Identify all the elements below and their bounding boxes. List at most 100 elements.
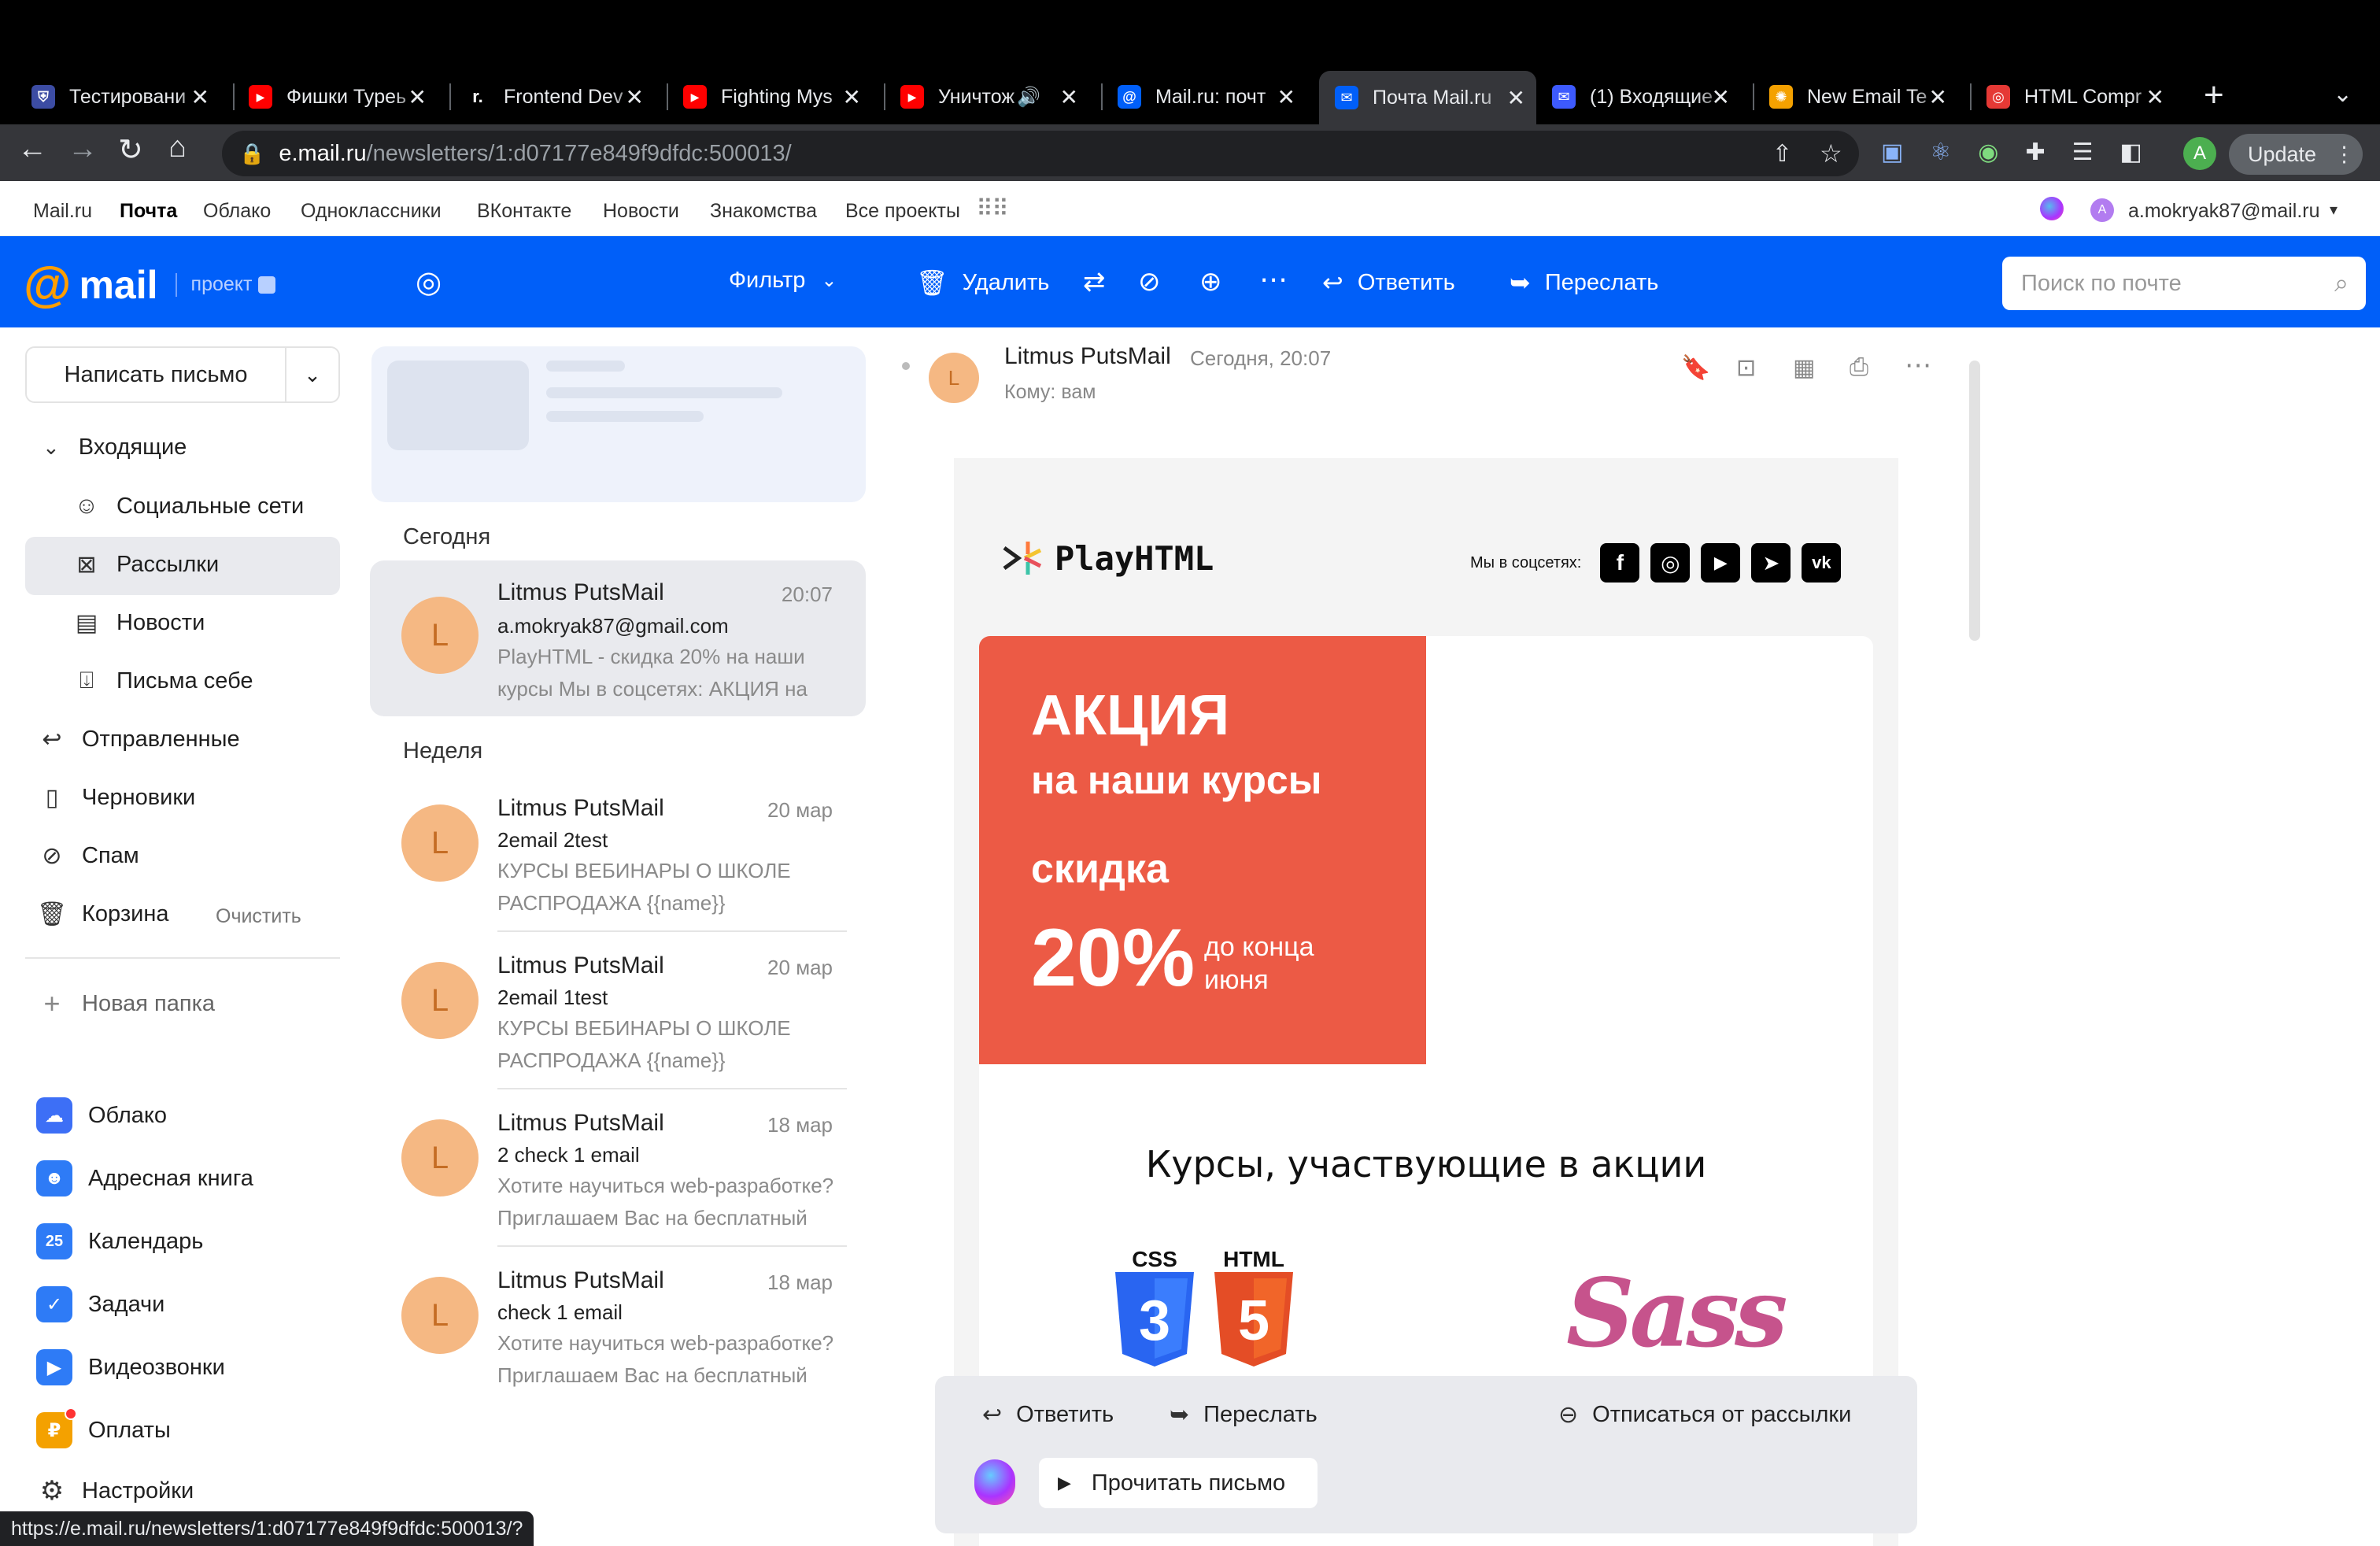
- filter-button[interactable]: Фильтр ⌄: [729, 268, 837, 294]
- facebook-icon[interactable]: f: [1600, 543, 1640, 583]
- instagram-icon[interactable]: ◎: [1650, 543, 1691, 583]
- profile-avatar[interactable]: A: [2183, 137, 2216, 170]
- folder-news[interactable]: ▤ Новости: [71, 609, 205, 637]
- portal-link-all-projects[interactable]: Все проекты: [845, 200, 960, 223]
- close-icon[interactable]: ✕: [1060, 84, 1078, 110]
- account-email[interactable]: a.mokryak87@mail.ru: [2128, 200, 2320, 223]
- folder-trash[interactable]: 🗑 Корзина: [36, 901, 169, 928]
- app-address-book[interactable]: ☻ Адресная книга: [36, 1160, 253, 1196]
- close-icon[interactable]: ✕: [408, 84, 427, 110]
- close-icon[interactable]: ✕: [1712, 84, 1730, 110]
- app-cloud[interactable]: ☁ Облако: [36, 1097, 167, 1134]
- bookmark-icon[interactable]: 🔖: [1681, 354, 1710, 382]
- app-payments[interactable]: ₽ Оплаты: [36, 1407, 171, 1448]
- back-arrow-icon[interactable]: ←: [17, 132, 47, 166]
- extension-icon[interactable]: ◉: [1978, 139, 1998, 166]
- puzzle-icon[interactable]: ✚: [2025, 139, 2045, 166]
- search-box[interactable]: Поиск по почте ⌕: [2002, 257, 2366, 310]
- marusia-voice-icon[interactable]: [974, 1459, 1015, 1505]
- telegram-icon[interactable]: ➤: [1751, 543, 1791, 583]
- reload-icon[interactable]: ↻: [118, 132, 143, 168]
- html5-logo-icon[interactable]: HTML 5: [1210, 1247, 1297, 1370]
- folder-spam[interactable]: ⊘ Спам: [36, 842, 139, 870]
- close-icon[interactable]: ✕: [843, 84, 861, 110]
- calendar-icon[interactable]: ▦: [1793, 354, 1815, 382]
- portal-link-mailru[interactable]: Mail.ru: [33, 200, 92, 223]
- browser-tab[interactable]: ▶ Fighting Mys ✕: [675, 76, 872, 118]
- message-row[interactable]: L Litmus PutsMail 20 мар 2email 2test КУ…: [370, 779, 866, 935]
- reply-button[interactable]: ↩ Ответить: [982, 1401, 1114, 1429]
- portal-link-news[interactable]: Новости: [603, 200, 679, 223]
- reply-button[interactable]: ↩ Ответить: [1322, 268, 1455, 298]
- delete-button[interactable]: 🗑 Удалить: [916, 268, 1049, 298]
- unsubscribe-button[interactable]: ⊖ Отписаться от рассылки: [1558, 1401, 1851, 1429]
- settings-link[interactable]: ⚙ Настройки: [36, 1475, 194, 1507]
- close-icon[interactable]: ✕: [2146, 84, 2164, 110]
- archive-icon[interactable]: ⊕: [1199, 266, 1222, 298]
- browser-tab[interactable]: ▶ Уничтож 🔊 ✕: [893, 76, 1089, 118]
- forward-button[interactable]: ➥ Переслать: [1510, 268, 1658, 298]
- folder-to-self[interactable]: ⍗ Письма себе: [71, 668, 253, 694]
- new-tab-plus-icon[interactable]: +: [2204, 76, 2224, 115]
- media-queue-icon[interactable]: ☰: [2072, 139, 2094, 166]
- scrollbar-thumb[interactable]: [1969, 361, 1980, 641]
- folder-inbox[interactable]: ⌄ Входящие: [42, 435, 187, 460]
- browser-tab[interactable]: ⛨ Тестировани ✕: [24, 76, 220, 118]
- reader-from[interactable]: Litmus PutsMail: [1004, 343, 1171, 370]
- browser-tab[interactable]: @ Mail.ru: почт ✕: [1110, 76, 1306, 118]
- browser-tab-active[interactable]: ✉ Почта Mail.ru ✕: [1319, 71, 1536, 124]
- read-aloud-button[interactable]: ▶ Прочитать письмо: [1039, 1458, 1318, 1508]
- spam-icon[interactable]: ⊘: [1138, 266, 1161, 298]
- browser-tab[interactable]: ▶ Фишки Typeь ✕: [241, 76, 438, 118]
- message-row[interactable]: L Litmus PutsMail 18 мар 2 check 1 email…: [370, 1094, 866, 1250]
- compose-button[interactable]: Написать письмо: [27, 362, 285, 388]
- bookmark-star-icon[interactable]: ☆: [1820, 139, 1842, 168]
- browser-tab[interactable]: ◎ HTML Compr ✕: [1979, 76, 2175, 118]
- tab-search-chevron-icon[interactable]: ⌄: [2333, 80, 2352, 108]
- clear-trash-link[interactable]: Очистить: [216, 905, 301, 928]
- app-calendar[interactable]: 25 Календарь: [36, 1223, 203, 1259]
- print-icon[interactable]: ⎙: [1850, 354, 1868, 381]
- read-status-dot[interactable]: [902, 362, 910, 370]
- select-all-check-icon[interactable]: ◎: [416, 264, 442, 300]
- folder-social[interactable]: ☺ Социальные сети: [71, 493, 305, 520]
- folder-drafts[interactable]: ▯ Черновики: [36, 784, 196, 812]
- browser-tab[interactable]: r. Frontend Dev ✕: [458, 76, 655, 118]
- browser-tab[interactable]: ✉ (1) Входящие ✕: [1544, 76, 1741, 118]
- translate-icon[interactable]: ▣: [1881, 139, 1903, 166]
- account-dropdown-icon[interactable]: ▾: [2330, 200, 2338, 220]
- update-button[interactable]: Update ⋮: [2229, 134, 2363, 175]
- react-devtools-icon[interactable]: ⚛: [1930, 139, 1951, 166]
- close-icon[interactable]: ✕: [1507, 85, 1525, 111]
- promo-banner[interactable]: АКЦИЯ на наши курсы скидка 20% до конца …: [979, 636, 1426, 1064]
- portal-link-cloud[interactable]: Облако: [203, 200, 271, 223]
- forward-arrow-icon[interactable]: →: [68, 132, 98, 166]
- close-icon[interactable]: ✕: [191, 84, 209, 110]
- side-panel-icon[interactable]: ◧: [2120, 139, 2142, 166]
- speaker-icon[interactable]: 🔊: [1017, 86, 1040, 109]
- address-bar[interactable]: 🔒 e.mail.ru/newsletters/1:d07177e849f9df…: [222, 131, 1859, 176]
- message-row[interactable]: L Litmus PutsMail 20 мар 2email 1test КУ…: [370, 937, 866, 1093]
- portal-link-vk[interactable]: ВКонтакте: [477, 200, 571, 223]
- message-row[interactable]: L Litmus PutsMail 18 мар check 1 email Х…: [370, 1252, 866, 1407]
- youtube-icon[interactable]: ▶: [1701, 543, 1741, 583]
- home-icon[interactable]: ⌂: [168, 131, 187, 165]
- portal-link-mail[interactable]: Почта: [120, 200, 177, 223]
- reader-recipients[interactable]: Кому: вам: [1004, 381, 1096, 404]
- new-folder-button[interactable]: + Новая папка: [36, 987, 215, 1020]
- message-row-selected[interactable]: L Litmus PutsMail 20:07 a.mokryak87@gmai…: [370, 560, 866, 716]
- playhtml-logo[interactable]: PlayHTML: [1001, 537, 1214, 579]
- more-dots-icon[interactable]: ⋯: [1259, 263, 1288, 296]
- portal-link-ok[interactable]: Одноклассники: [301, 200, 442, 223]
- move-to-folder-icon[interactable]: ⇄: [1083, 266, 1106, 298]
- chevron-down-icon[interactable]: ⌄: [42, 435, 60, 460]
- kebab-menu-icon[interactable]: ⋮: [2334, 142, 2355, 167]
- compose-dropdown-icon[interactable]: ⌄: [286, 363, 338, 387]
- apps-grid-icon[interactable]: ⠿⠿: [976, 195, 1009, 223]
- css3-logo-icon[interactable]: CSS 3: [1111, 1247, 1198, 1370]
- app-tasks[interactable]: ✓ Задачи: [36, 1286, 164, 1322]
- folder-newsletters[interactable]: ⊠ Рассылки: [71, 551, 219, 579]
- portal-link-dating[interactable]: Знакомства: [710, 200, 817, 223]
- app-video-calls[interactable]: ▶ Видеозвонки: [36, 1349, 225, 1385]
- browser-tab[interactable]: ✺ New Email Te ✕: [1761, 76, 1958, 118]
